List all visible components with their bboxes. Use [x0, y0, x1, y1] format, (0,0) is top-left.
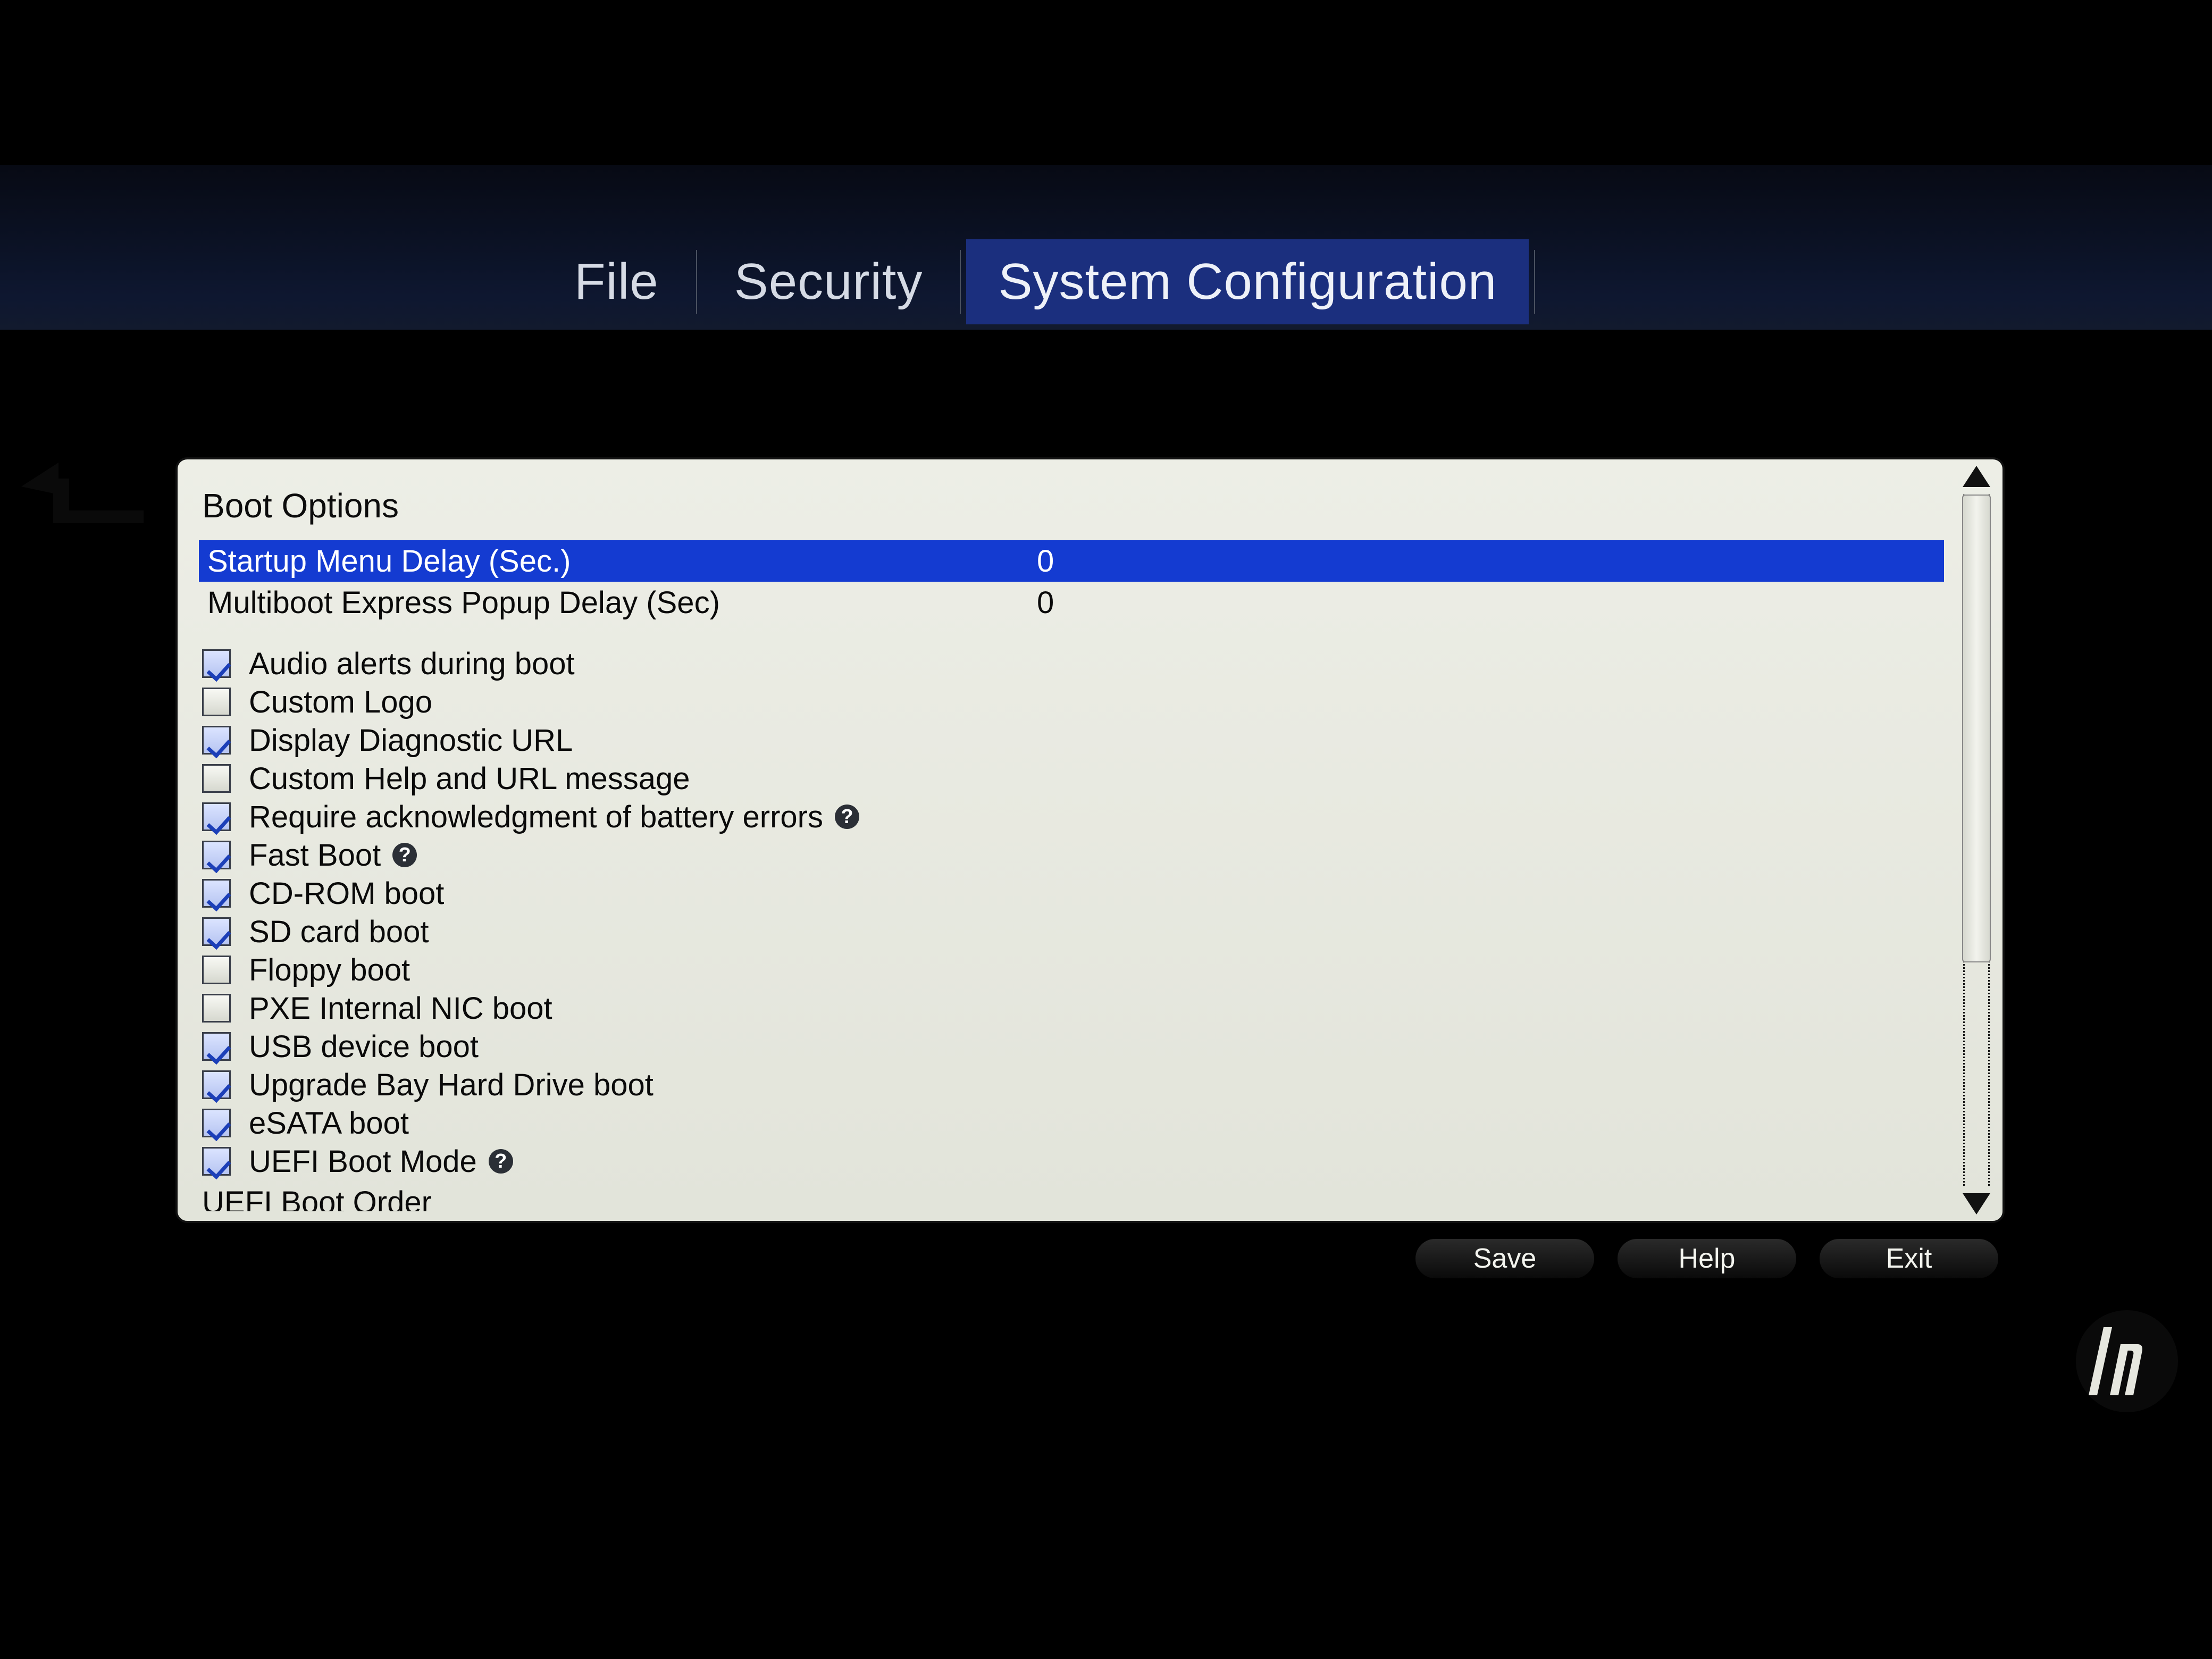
checkbox[interactable]	[202, 1109, 231, 1137]
menu-separator	[696, 250, 697, 314]
scrollbar[interactable]	[1958, 466, 1995, 1214]
checkbox-row[interactable]: eSATA boot	[199, 1104, 1944, 1142]
scroll-up-icon[interactable]	[1963, 466, 1990, 487]
checkbox-label: Audio alerts during boot	[249, 646, 575, 682]
boot-options-panel: Boot Options Startup Menu Delay (Sec.)0M…	[175, 457, 2005, 1223]
back-arrow-icon[interactable]	[21, 463, 149, 532]
checkbox-row[interactable]: PXE Internal NIC boot	[199, 989, 1944, 1027]
help-icon[interactable]: ?	[835, 805, 859, 829]
checkbox-row[interactable]: Custom Logo	[199, 683, 1944, 721]
checkbox-row[interactable]: Audio alerts during boot	[199, 644, 1944, 683]
help-icon[interactable]: ?	[392, 843, 417, 867]
panel-title: Boot Options	[202, 486, 1944, 525]
checkbox-row[interactable]: USB device boot	[199, 1027, 1944, 1066]
checkbox-label: Display Diagnostic URL	[249, 723, 573, 758]
checkbox-row[interactable]: CD-ROM boot	[199, 874, 1944, 912]
setting-label: Startup Menu Delay (Sec.)	[207, 543, 1037, 579]
menu-item-file[interactable]: File	[542, 239, 691, 324]
checkbox-label: Custom Help and URL message	[249, 761, 690, 797]
checkbox-label: UEFI Boot Mode	[249, 1144, 477, 1179]
checkbox-row[interactable]: Require acknowledgment of battery errors…	[199, 798, 1944, 836]
content-area: Boot Options Startup Menu Delay (Sec.)0M…	[0, 330, 2212, 1398]
checkbox[interactable]	[202, 1070, 231, 1099]
setting-label: Multiboot Express Popup Delay (Sec)	[207, 585, 1037, 621]
checkbox-row[interactable]: SD card boot	[199, 912, 1944, 951]
menu-separator	[1534, 250, 1535, 314]
menubar: FileSecuritySystem Configuration	[0, 165, 2212, 330]
checkbox-label: Floppy boot	[249, 952, 410, 988]
checkbox[interactable]	[202, 688, 231, 716]
checkbox-label: Require acknowledgment of battery errors	[249, 799, 823, 835]
checkbox[interactable]	[202, 956, 231, 984]
hp-logo-icon	[2074, 1308, 2180, 1414]
checkbox-label: SD card boot	[249, 914, 429, 950]
checkbox[interactable]	[202, 726, 231, 755]
checkbox[interactable]	[202, 1147, 231, 1176]
scroll-thumb[interactable]	[1962, 495, 1991, 962]
checkbox-row[interactable]: UEFI Boot Mode?	[199, 1142, 1944, 1180]
checkbox[interactable]	[202, 917, 231, 946]
next-section-label[interactable]: UEFI Boot Order	[199, 1185, 1944, 1211]
setting-value: 0	[1037, 543, 1143, 579]
setting-row[interactable]: Multiboot Express Popup Delay (Sec)0	[199, 582, 1944, 623]
setting-row[interactable]: Startup Menu Delay (Sec.)0	[199, 540, 1944, 582]
save-button[interactable]: Save	[1414, 1238, 1595, 1279]
help-button[interactable]: Help	[1616, 1238, 1797, 1279]
checkbox-row[interactable]: Upgrade Bay Hard Drive boot	[199, 1066, 1944, 1104]
checkbox-label: eSATA boot	[249, 1105, 409, 1141]
checkbox[interactable]	[202, 879, 231, 908]
checkbox-label: CD-ROM boot	[249, 876, 444, 911]
checkbox-label: Custom Logo	[249, 684, 432, 720]
help-icon[interactable]: ?	[489, 1149, 513, 1174]
checkbox-row[interactable]: Fast Boot?	[199, 836, 1944, 874]
checkbox-label: PXE Internal NIC boot	[249, 991, 552, 1026]
scroll-down-icon[interactable]	[1963, 1193, 1990, 1214]
checkbox-row[interactable]: Display Diagnostic URL	[199, 721, 1944, 759]
checkbox[interactable]	[202, 1032, 231, 1061]
footer-button-row: Save Help Exit	[175, 1238, 2005, 1279]
checkbox-row[interactable]: Custom Help and URL message	[199, 759, 1944, 798]
menu-item-system-configuration[interactable]: System Configuration	[966, 239, 1529, 324]
checkbox[interactable]	[202, 649, 231, 678]
setting-value: 0	[1037, 585, 1143, 621]
menu-item-security[interactable]: Security	[702, 239, 955, 324]
checkbox[interactable]	[202, 764, 231, 793]
checkbox[interactable]	[202, 994, 231, 1023]
exit-button[interactable]: Exit	[1819, 1238, 1999, 1279]
checkbox-label: Upgrade Bay Hard Drive boot	[249, 1067, 653, 1103]
checkbox-label: Fast Boot	[249, 837, 381, 873]
checkbox[interactable]	[202, 802, 231, 831]
checkbox-row[interactable]: Floppy boot	[199, 951, 1944, 989]
menu-separator	[960, 250, 961, 314]
checkbox[interactable]	[202, 841, 231, 869]
checkbox-label: USB device boot	[249, 1029, 479, 1065]
